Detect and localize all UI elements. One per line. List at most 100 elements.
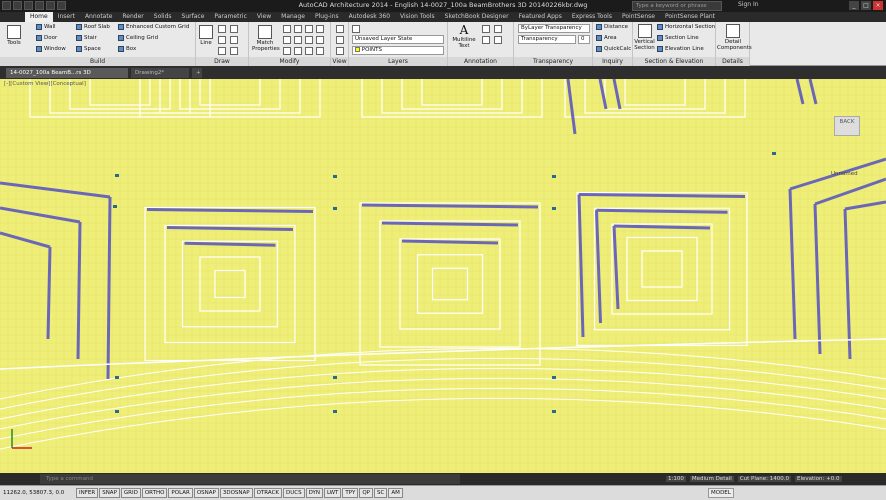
box-button[interactable]: Box [118,46,136,52]
rotate-icon[interactable] [294,25,302,33]
ribbon-tab[interactable]: Annotate [80,12,117,22]
status-toggle[interactable]: INFER [76,488,99,498]
status-toggle[interactable]: AM [388,488,403,498]
polyline-icon[interactable] [218,25,226,33]
current-layer-dropdown[interactable]: POINTS [352,46,444,55]
ribbon-tab[interactable]: Express Tools [567,12,617,22]
layer-state-dropdown[interactable]: Unsaved Layer State [352,35,444,44]
status-toggle[interactable]: 3DOSNAP [219,488,253,498]
status-toggle[interactable]: LWT [324,488,342,498]
close-icon[interactable]: × [873,1,883,10]
hatch-icon[interactable] [218,47,226,55]
zoom-icon[interactable] [336,25,344,33]
ribbon-tab[interactable]: Home [25,12,53,22]
transparency-field[interactable]: Transparency [518,35,576,44]
multiline-text-button[interactable]: A Multiline Text [451,24,477,50]
horizontal-section-button[interactable]: Horizontal Section [657,24,715,30]
ribbon-tab[interactable]: Plug-ins [310,12,344,22]
trim-icon[interactable] [305,25,313,33]
search-input[interactable]: Type a keyword or phrase [632,1,722,11]
tools-button[interactable]: Tools [3,25,25,46]
sign-in-button[interactable]: Sign In [738,1,759,8]
drawing-viewport[interactable]: [-][Custom View][Conceptual] BACK Unname… [0,79,886,473]
viewcube[interactable]: BACK [834,116,860,136]
spline-icon[interactable] [230,47,238,55]
fillet-icon[interactable] [305,36,313,44]
ribbon-tab[interactable]: Vision Tools [395,12,440,22]
detail-level-display[interactable]: Medium Detail [689,476,734,482]
window-button[interactable]: Window [36,46,66,52]
ribbon-tab[interactable]: Solids [149,12,177,22]
ribbon-tab[interactable]: Featured Apps [514,12,567,22]
roof-slab-button[interactable]: Roof Slab [76,24,110,30]
space-button[interactable]: Space [76,46,101,52]
bylayer-transparency-dropdown[interactable]: ByLayer Transparency [518,24,590,33]
copy-icon[interactable] [283,36,291,44]
ceiling-grid-button[interactable]: Ceiling Grid [118,35,158,41]
table-icon[interactable] [482,36,490,44]
status-toggle[interactable]: TPY [342,488,359,498]
status-toggle[interactable]: QP [359,488,373,498]
distance-button[interactable]: Distance [596,24,628,30]
arc-icon[interactable] [218,36,226,44]
status-toggle[interactable]: OSNAP [193,488,219,498]
layer-properties-icon[interactable] [352,25,360,33]
transparency-value[interactable]: 0 [578,35,590,44]
doc-tab-main[interactable]: 14-0027_100a BeamB...rs 3D 20140226kbr* [6,68,128,86]
orbit-icon[interactable] [336,47,344,55]
model-space-button[interactable]: MODEL [708,488,734,498]
status-toggle[interactable]: GRID [120,488,141,498]
pan-icon[interactable] [336,36,344,44]
viewport-controls[interactable]: [-][Custom View][Conceptual] [4,81,86,87]
ribbon-tab[interactable]: Surface [177,12,210,22]
ribbon-tab[interactable]: PointSense [617,12,660,22]
match-properties-button[interactable]: Match Properties [252,25,280,52]
status-toggle[interactable]: ORTHO [141,488,168,498]
quickcalc-button[interactable]: QuickCalc [596,46,631,52]
new-tab-button[interactable]: + [192,68,202,78]
dimension-icon[interactable] [482,25,490,33]
minimize-icon[interactable]: _ [849,1,859,10]
line-button[interactable]: Line [198,25,214,46]
ribbon-tab[interactable]: Autodesk 360 [344,12,395,22]
wall-button[interactable]: Wall [36,24,56,30]
offset-icon[interactable] [316,47,324,55]
leader-icon[interactable] [494,25,502,33]
stretch-icon[interactable] [283,47,291,55]
section-line-button[interactable]: Section Line [657,35,699,41]
command-input[interactable]: Type a command [40,474,460,484]
status-toggle[interactable]: POLAR [168,488,193,498]
ribbon-tab[interactable]: SketchBook Designer [440,12,514,22]
status-toggle[interactable]: SNAP [99,488,120,498]
enhanced-custom-grid-button[interactable]: Enhanced Custom Grid [118,24,189,30]
status-toggle[interactable]: DYN [305,488,324,498]
elevation-line-button[interactable]: Elevation Line [657,46,704,52]
ribbon-tab[interactable]: PointSense Plant [660,12,720,22]
detail-components-button[interactable]: Detail Components [717,24,752,51]
status-toggle[interactable]: DUCS [283,488,305,498]
circle-icon[interactable] [230,25,238,33]
doc-tab-drawing2[interactable]: Drawing2* [131,68,189,78]
drawing-canvas[interactable] [0,79,886,473]
door-button[interactable]: Door [36,35,57,41]
wcs-menu[interactable]: Unnamed [831,171,858,177]
array-icon[interactable] [305,47,313,55]
ribbon-tab[interactable]: View [252,12,276,22]
explode-icon[interactable] [316,36,324,44]
scale-display[interactable]: 1:100 [666,476,686,482]
stair-button[interactable]: Stair [76,35,97,41]
erase-icon[interactable] [316,25,324,33]
status-toggle[interactable]: SC [373,488,388,498]
ribbon-tab[interactable]: Insert [53,12,80,22]
ribbon-tab[interactable]: Parametric [209,12,252,22]
status-toggle[interactable]: OTRACK [253,488,283,498]
mirror-icon[interactable] [294,36,302,44]
tag-icon[interactable] [494,36,502,44]
ribbon-tab[interactable]: Render [117,12,148,22]
move-icon[interactable] [283,25,291,33]
ribbon-tab[interactable]: Manage [276,12,310,22]
maximize-icon[interactable]: □ [861,1,871,10]
area-button[interactable]: Area [596,35,617,41]
cut-plane-display[interactable]: Cut Plane: 1400.0 [737,476,791,482]
scale-icon[interactable] [294,47,302,55]
